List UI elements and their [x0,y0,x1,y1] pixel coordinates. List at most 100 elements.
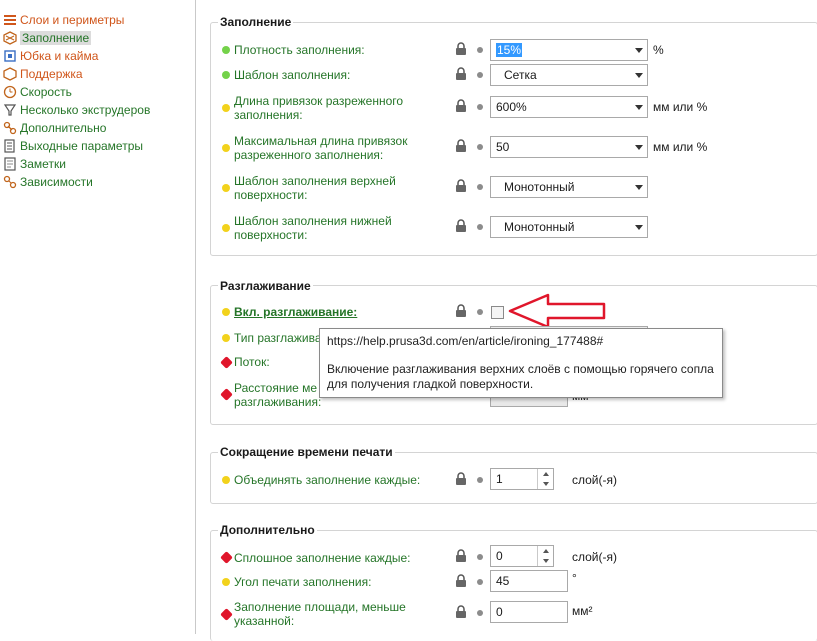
lock-icon[interactable] [455,139,467,153]
top-pattern-select[interactable]: Монотонный [490,176,648,198]
infill-group-title: Заполнение [218,15,294,29]
sidebar-item-support[interactable]: Поддержка [3,65,83,82]
chevron-down-icon[interactable] [635,145,643,150]
reset-dot-icon[interactable] [477,554,483,560]
sidebar-item-label: Скорость [20,84,72,99]
mode-advanced-icon [222,224,230,232]
infill-angle-label[interactable]: Угол печати заполнения: [234,575,371,589]
solid-infill-area-label[interactable]: Заполнение площади, меньше указанной: [234,600,424,628]
lock-icon[interactable] [455,219,467,233]
mode-advanced-icon [222,104,230,112]
ironing-type-label[interactable]: Тип разглажива [234,331,322,345]
infill-angle-input[interactable]: 45 [490,570,568,592]
anchor-length-label[interactable]: Длина привязок разреженного заполнения: [234,94,414,122]
sidebar-item-speed[interactable]: Скорость [3,83,72,100]
sidebar-item-advanced[interactable]: Дополнительно [3,119,106,136]
bottom-pattern-select[interactable]: Монотонный [490,216,648,238]
tooltip-url: https://help.prusa3d.com/en/article/iron… [327,334,604,348]
sidebar-item-label: Зависимости [20,174,93,189]
skirt-icon [3,49,17,63]
lock-icon[interactable] [455,605,467,619]
anchor-length-select[interactable]: 600% [490,96,648,118]
infill-angle-unit: ° [572,571,577,585]
infill-angle-value: 45 [496,574,510,588]
speed-clock-icon [3,85,17,99]
ironing-enable-checkbox[interactable] [491,306,504,319]
mode-advanced-icon [222,308,230,316]
anchor-max-label[interactable]: Максимальная длина привязок разреженного… [234,134,414,162]
sidebar-item-output[interactable]: Выходные параметры [3,137,143,154]
solid-infill-area-input[interactable]: 0 [490,601,568,623]
mode-simple-icon [222,71,230,79]
tooltip-description: Включение разглаживания верхних слоёв с … [327,362,714,391]
chevron-down-icon[interactable] [635,225,643,230]
sidebar-item-extruders[interactable]: Несколько экструдеров [3,101,150,118]
ironing-spacing-label-line1: Расстояние ме [234,381,318,395]
spin-down-icon[interactable] [538,556,553,566]
layers-icon [3,13,17,27]
anchor-length-value: 600% [496,100,527,114]
anchor-length-unit: мм или % [653,100,708,114]
lock-icon[interactable] [455,304,467,318]
sidebar-item-dependencies[interactable]: Зависимости [3,173,93,190]
chevron-down-icon[interactable] [635,105,643,110]
reset-dot-icon[interactable] [477,579,483,585]
infill-icon [3,30,17,45]
bottom-pattern-value: Монотонный [504,220,575,234]
infill-pattern-select[interactable]: Сетка [490,64,648,86]
lock-icon[interactable] [455,99,467,113]
sidebar-item-layers[interactable]: Слои и периметры [3,11,124,28]
infill-density-label[interactable]: Плотность заполнения: [234,43,365,57]
sidebar-item-label: Слои и периметры [20,12,125,27]
sidebar: Слои и периметры Заполнение Юбка и кайма… [0,0,196,634]
combine-infill-spinner[interactable]: 1 [490,468,554,490]
sidebar-item-label: Выходные параметры [20,138,144,153]
chevron-down-icon[interactable] [635,73,643,78]
spin-up-icon[interactable] [538,469,553,479]
lock-icon[interactable] [455,179,467,193]
reset-dot-icon[interactable] [477,610,483,616]
lock-icon[interactable] [455,67,467,81]
bottom-pattern-label[interactable]: Шаблон заполнения нижней поверхности: [234,214,414,242]
reset-dot-icon[interactable] [477,309,483,315]
combine-infill-unit: слой(-я) [572,473,617,487]
sidebar-item-label: Несколько экструдеров [20,102,151,117]
sidebar-item-notes[interactable]: Заметки [3,155,66,172]
lock-icon[interactable] [455,472,467,486]
combine-infill-label[interactable]: Объединять заполнение каждые: [234,473,420,487]
ironing-group-title: Разглаживание [218,279,313,293]
notes-icon [3,156,17,171]
reset-dot-icon[interactable] [477,224,483,230]
sidebar-item-skirt[interactable]: Юбка и кайма [3,47,98,64]
chevron-down-icon[interactable] [635,185,643,190]
solid-infill-every-label[interactable]: Сплошное заполнение каждые: [234,551,410,565]
top-pattern-label[interactable]: Шаблон заполнения верхней поверхности: [234,174,414,202]
infill-pattern-label[interactable]: Шаблон заполнения: [234,68,350,82]
infill-density-value: 15% [496,43,523,57]
reset-dot-icon[interactable] [477,47,483,53]
lock-icon[interactable] [455,549,467,563]
reset-dot-icon[interactable] [477,104,483,110]
chevron-down-icon[interactable] [635,48,643,53]
lock-icon[interactable] [455,42,467,56]
support-icon [3,66,17,81]
solid-infill-every-spinner[interactable]: 0 [490,545,554,567]
spin-down-icon[interactable] [538,479,553,489]
reset-dot-icon[interactable] [477,477,483,483]
solid-infill-area-unit: мм² [572,604,593,618]
infill-density-select[interactable]: 15% [490,39,648,61]
reset-dot-icon[interactable] [477,184,483,190]
sidebar-item-infill[interactable]: Заполнение [3,29,92,46]
anchor-max-select[interactable]: 50 [490,136,648,158]
ironing-flow-label[interactable]: Поток: [234,355,270,369]
ironing-enable-label[interactable]: Вкл. разглаживание: [234,305,357,319]
mode-advanced-icon [222,476,230,484]
spin-up-icon[interactable] [538,546,553,556]
anchor-max-value: 50 [496,140,510,154]
reset-dot-icon[interactable] [477,72,483,78]
infill-pattern-value: Сетка [504,68,537,82]
reset-dot-icon[interactable] [477,144,483,150]
mode-advanced-icon [222,144,230,152]
infill-density-unit: % [653,43,664,57]
lock-icon[interactable] [455,574,467,588]
